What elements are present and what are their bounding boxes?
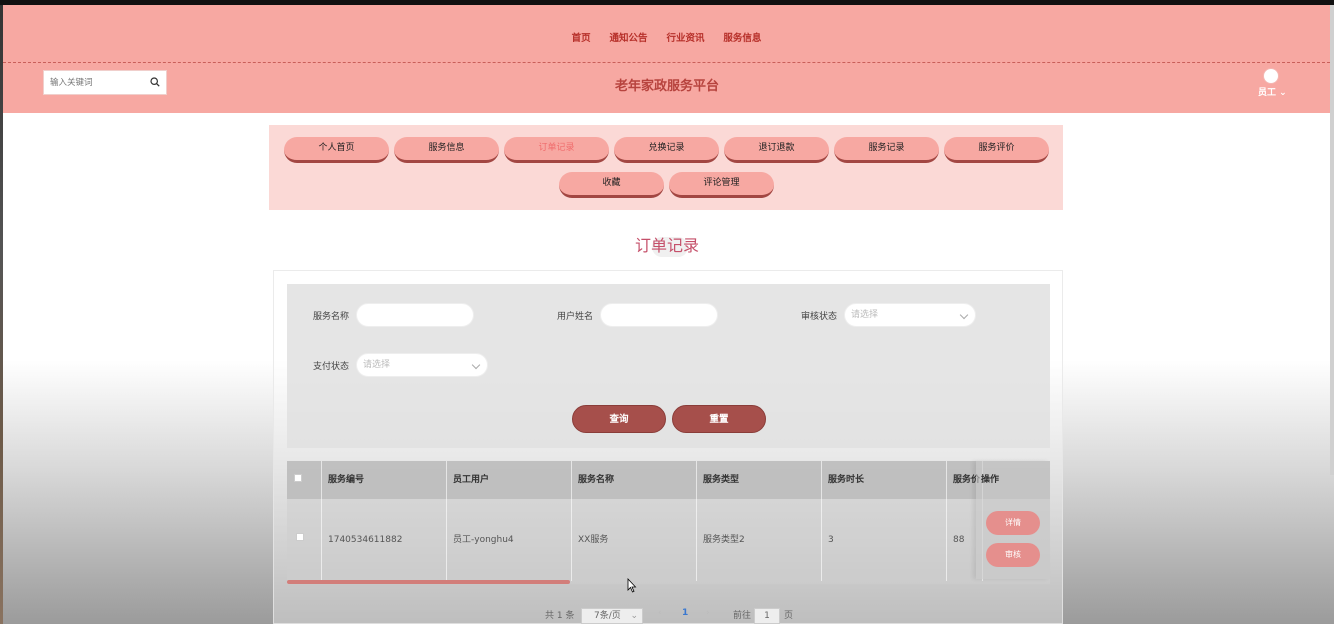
next-page-icon[interactable]: › [706,608,710,618]
col-service-type[interactable]: 服务类型 [697,461,822,499]
cell-service-type: 服务类型2 [697,499,822,581]
goto-label: 前往 [733,611,752,621]
menu-favorites[interactable]: 收藏 [559,172,664,198]
col-duration[interactable]: 服务时长 [822,461,947,499]
user-name: 员工 [1258,88,1277,98]
reset-button[interactable]: 重置 [672,405,766,433]
cell-service-id: 1740534611882 [322,499,447,581]
select-all-checkbox[interactable] [294,474,302,482]
actions-column: 操作 详情 审核 [976,461,1050,579]
menu-service-reviews[interactable]: 服务评价 [944,137,1049,163]
menu-refunds[interactable]: 退订退款 [724,137,829,163]
menu-redemptions[interactable]: 兑换记录 [614,137,719,163]
service-name-input[interactable] [356,303,474,327]
row-select-cell [287,499,322,581]
total-count: 共 1 条 [545,611,575,621]
chevron-down-icon: ⌄ [630,611,638,621]
page-number[interactable]: 1 [682,608,688,618]
cell-duration: 3 [822,499,947,581]
col-service-id[interactable]: 服务编号 [322,461,447,499]
menu-service-info[interactable]: 服务信息 [394,137,499,163]
cell-staff-user: 员工-yonghu4 [447,499,572,581]
chevron-down-icon [471,360,481,370]
pay-status-label: 支付状态 [313,362,350,372]
filter-form: 服务名称 用户姓名 审核状态 请选择 支付状态 请选择 查询 重置 [287,284,1050,448]
pay-status-select[interactable]: 请选择 [356,353,488,377]
audit-status-select[interactable]: 请选择 [844,303,976,327]
header-divider [3,62,1330,63]
audit-button[interactable]: 审核 [986,543,1040,567]
user-menu[interactable]: 员工 ⌄ [1258,68,1287,100]
site-title: 老年家政服务平台 [614,79,719,94]
chevron-down-icon: ⌄ [1279,88,1287,98]
details-button[interactable]: 详情 [986,511,1040,535]
col-service-name[interactable]: 服务名称 [572,461,697,499]
page-title: 订单记录 [634,236,699,255]
table-horizontal-scrollbar[interactable] [287,580,570,584]
service-name-label: 服务名称 [313,312,350,322]
table-header: 服务编号 员工用户 服务名称 服务类型 服务时长 服务价 [287,461,1050,499]
nav-notices[interactable]: 通知公告 [610,33,648,44]
audit-status-label: 审核状态 [801,312,838,322]
chevron-down-icon [959,310,969,320]
page-size-select[interactable]: 7条/页 ⌄ [581,608,643,624]
user-name-input[interactable] [600,303,718,327]
menu-service-records[interactable]: 服务记录 [834,137,939,163]
page-suffix: 页 [784,611,794,621]
page-size-value: 7条/页 [594,611,621,621]
goto-page-input[interactable]: 1 [754,608,780,624]
orders-table: 服务编号 员工用户 服务名称 服务类型 服务时长 服务价 17405346118… [287,461,1050,584]
top-nav: 首页 通知公告 行业资讯 服务信息 [3,30,1330,44]
pay-status-placeholder: 请选择 [363,360,391,370]
menu-comments[interactable]: 评论管理 [669,172,774,198]
nav-home[interactable]: 首页 [572,33,591,44]
menu-profile[interactable]: 个人首页 [284,137,389,163]
menu-orders[interactable]: 订单记录 [504,137,609,163]
query-button[interactable]: 查询 [572,405,666,433]
col-staff-user[interactable]: 员工用户 [447,461,572,499]
cell-service-name: XX服务 [572,499,697,581]
avatar [1263,68,1279,84]
nav-news[interactable]: 行业资讯 [666,33,704,44]
user-name-label: 用户姓名 [557,312,594,322]
nav-services[interactable]: 服务信息 [723,33,761,44]
audit-status-placeholder: 请选择 [851,310,879,320]
prev-page-icon[interactable]: ‹ [658,608,662,618]
menu-panel: 个人首页 服务信息 订单记录 兑换记录 退订退款 服务记录 服务评价 收藏 评论… [269,125,1063,210]
site-header: 首页 通知公告 行业资讯 服务信息 [3,5,1330,113]
mouse-cursor-icon [627,578,637,593]
row-checkbox[interactable] [296,533,304,541]
col-actions: 操作 [981,475,1000,485]
header-select-cell [287,461,322,499]
